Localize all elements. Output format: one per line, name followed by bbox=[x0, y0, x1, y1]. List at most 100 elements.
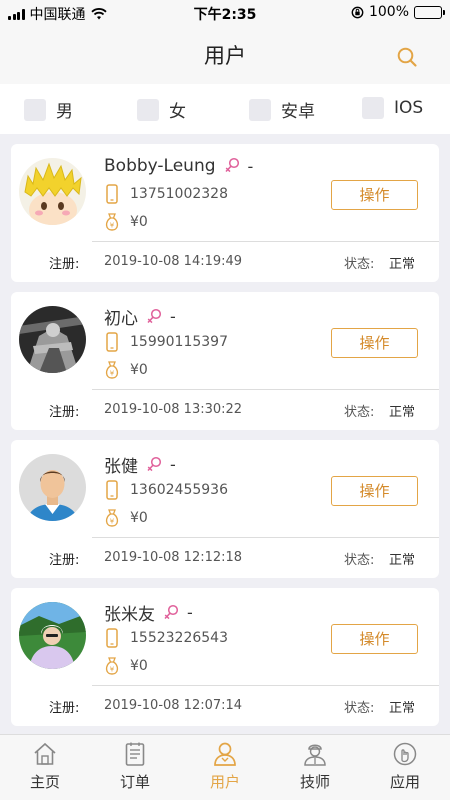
phone-icon bbox=[106, 480, 118, 500]
battery-icon bbox=[414, 5, 445, 19]
operate-button[interactable]: 操作 bbox=[331, 328, 418, 358]
balance-value: ¥0 bbox=[130, 510, 148, 526]
home-icon bbox=[34, 742, 56, 765]
battery-percent: 100% bbox=[368, 4, 409, 20]
tab-apps[interactable]: 应用 bbox=[370, 741, 440, 792]
balance-row: ¥ ¥0 bbox=[104, 656, 148, 676]
orders-icon bbox=[125, 742, 145, 766]
svg-text:¥: ¥ bbox=[110, 518, 115, 526]
phone-icon bbox=[106, 628, 118, 648]
user-card[interactable]: 张米友 - 15523226543 ¥ ¥0 操作 注册: 2019-10-08… bbox=[11, 588, 439, 726]
phone-number: 13751002328 bbox=[130, 186, 228, 202]
money-bag-icon: ¥ bbox=[105, 213, 119, 231]
balance-value: ¥0 bbox=[130, 362, 148, 378]
female-icon bbox=[147, 456, 162, 471]
gender-value: - bbox=[247, 156, 254, 176]
tab-users[interactable]: 用户 bbox=[190, 741, 260, 792]
status-label: 状态: bbox=[344, 257, 375, 272]
female-icon bbox=[224, 157, 239, 173]
svg-text:¥: ¥ bbox=[110, 222, 115, 230]
user-name: 初心 bbox=[104, 309, 138, 329]
register-time: 2019-10-08 12:07:14 bbox=[104, 698, 243, 713]
filter-male[interactable]: 男 bbox=[24, 97, 73, 122]
apps-icon bbox=[393, 742, 417, 766]
filter-checkbox[interactable] bbox=[24, 98, 46, 121]
operate-button[interactable]: 操作 bbox=[331, 624, 418, 654]
svg-text:¥: ¥ bbox=[110, 666, 115, 674]
user-name: 张米友 bbox=[104, 605, 155, 625]
user-icon bbox=[214, 742, 236, 766]
balance-row: ¥ ¥0 bbox=[104, 508, 148, 528]
technician-icon bbox=[304, 744, 326, 766]
status-label: 状态: bbox=[344, 553, 375, 568]
phone-number: 15990115397 bbox=[130, 334, 228, 350]
status-bar: 中国联通 下午2:35 100% bbox=[0, 0, 450, 26]
register-time: 2019-10-08 13:30:22 bbox=[104, 402, 243, 417]
filter-label: IOS bbox=[394, 98, 424, 118]
name-row: 张健 - bbox=[104, 452, 176, 477]
orientation-lock-icon bbox=[351, 6, 364, 18]
status-label: 状态: bbox=[344, 701, 375, 716]
avatar bbox=[19, 306, 86, 373]
tab-label: 主页 bbox=[29, 773, 60, 791]
filter-checkbox[interactable] bbox=[362, 97, 384, 119]
filter-label: 安卓 bbox=[281, 102, 315, 122]
filter-label: 男 bbox=[56, 102, 73, 122]
tab-home[interactable]: 主页 bbox=[10, 741, 80, 792]
page-title: 用户 bbox=[204, 44, 246, 68]
female-icon bbox=[164, 604, 179, 619]
user-card[interactable]: 初心 - 15990115397 ¥ ¥0 操作 注册: 2019-10-08 … bbox=[11, 292, 439, 430]
money-bag-icon: ¥ bbox=[105, 509, 119, 527]
avatar bbox=[19, 454, 86, 521]
balance-value: ¥0 bbox=[130, 658, 148, 674]
tab-technicians[interactable]: 技师 bbox=[280, 741, 350, 792]
tab-orders[interactable]: 订单 bbox=[100, 741, 170, 792]
operate-button[interactable]: 操作 bbox=[331, 180, 418, 210]
status-value: 正常 bbox=[389, 553, 416, 568]
balance-value: ¥0 bbox=[130, 214, 148, 230]
user-card[interactable]: Bobby-Leung - 13751002328 ¥ ¥0 操作 注册: 20… bbox=[11, 144, 439, 282]
phone-row: 13602455936 bbox=[104, 480, 228, 500]
register-label: 注册: bbox=[49, 553, 80, 568]
user-name: Bobby-Leung bbox=[104, 156, 216, 176]
phone-icon bbox=[106, 332, 118, 352]
divider bbox=[92, 241, 439, 242]
phone-row: 15523226543 bbox=[104, 628, 228, 648]
register-time: 2019-10-08 12:12:18 bbox=[104, 550, 243, 565]
tab-label: 技师 bbox=[299, 773, 330, 791]
status-value: 正常 bbox=[389, 701, 416, 716]
operate-button[interactable]: 操作 bbox=[331, 476, 418, 506]
user-card[interactable]: 张健 - 13602455936 ¥ ¥0 操作 注册: 2019-10-08 … bbox=[11, 440, 439, 578]
gender-value: - bbox=[187, 603, 193, 622]
gender-value: - bbox=[170, 307, 176, 326]
filter-android[interactable]: 安卓 bbox=[249, 97, 315, 122]
phone-number: 15523226543 bbox=[130, 630, 228, 646]
gender-value: - bbox=[170, 455, 176, 474]
nav-header: 用户 bbox=[0, 26, 450, 84]
female-icon bbox=[147, 308, 162, 323]
filter-ios[interactable]: IOS bbox=[362, 97, 423, 119]
search-icon[interactable] bbox=[396, 46, 418, 68]
status-label: 状态: bbox=[344, 405, 375, 420]
divider bbox=[92, 537, 439, 538]
register-label: 注册: bbox=[49, 257, 80, 272]
svg-text:¥: ¥ bbox=[110, 370, 115, 378]
register-time: 2019-10-08 14:19:49 bbox=[104, 254, 243, 269]
name-row: 张米友 - bbox=[104, 600, 193, 625]
balance-row: ¥ ¥0 bbox=[104, 360, 148, 380]
tab-label: 订单 bbox=[119, 773, 150, 791]
avatar bbox=[19, 158, 86, 225]
register-label: 注册: bbox=[49, 701, 80, 716]
status-bar-right: 100% bbox=[351, 4, 445, 20]
phone-icon bbox=[106, 184, 118, 204]
phone-row: 15990115397 bbox=[104, 332, 228, 352]
status-value: 正常 bbox=[389, 405, 416, 420]
filter-checkbox[interactable] bbox=[137, 98, 159, 121]
tab-bar: 主页 订单 用户 技师 应用 bbox=[0, 734, 450, 800]
divider bbox=[92, 685, 439, 686]
register-label: 注册: bbox=[49, 405, 80, 420]
user-name: 张健 bbox=[104, 457, 138, 477]
filter-bar: 男 女 安卓 IOS bbox=[0, 84, 450, 134]
filter-checkbox[interactable] bbox=[249, 98, 271, 121]
filter-female[interactable]: 女 bbox=[137, 97, 186, 122]
